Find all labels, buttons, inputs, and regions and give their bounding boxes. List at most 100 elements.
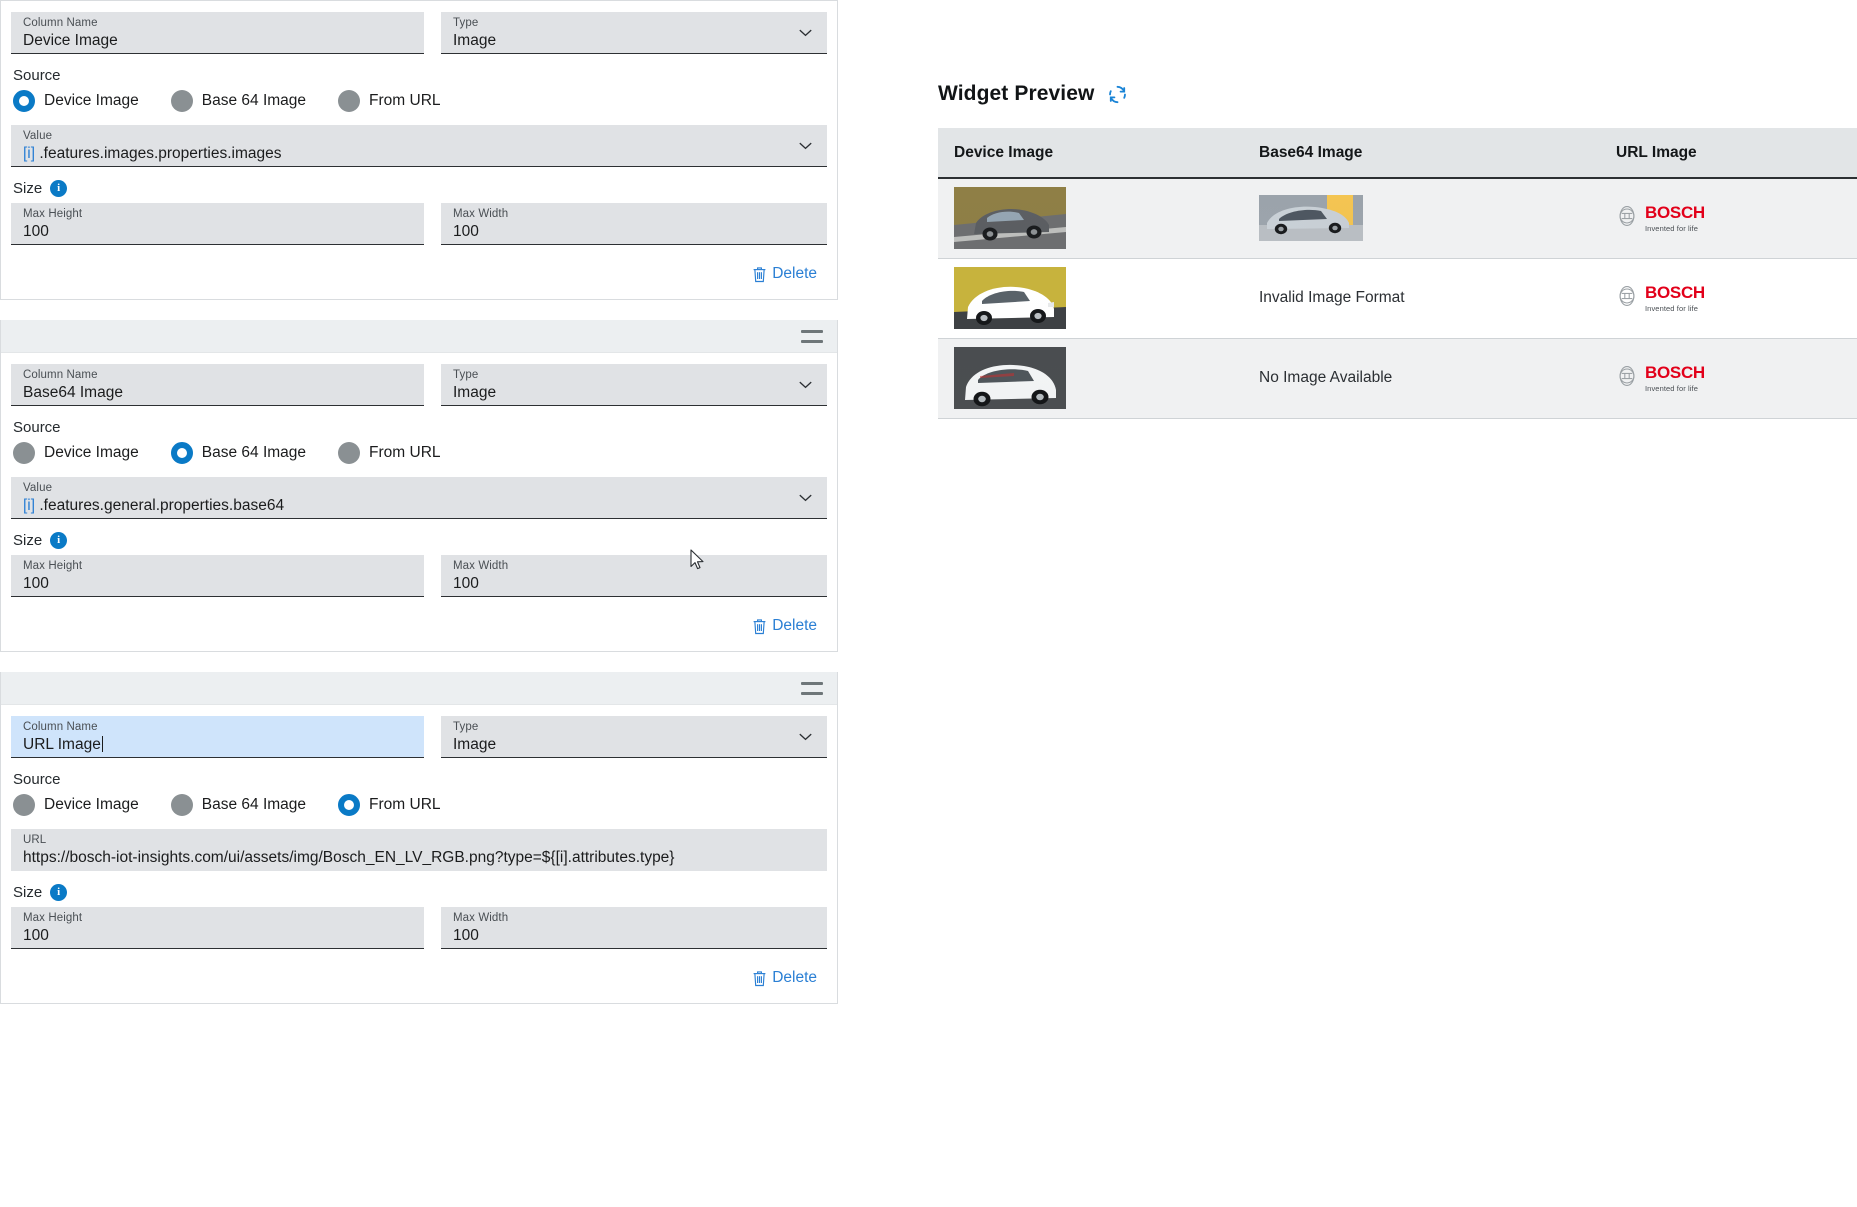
source-radio-label: Device Image <box>44 92 139 109</box>
trash-icon <box>752 618 767 635</box>
source-radio-label: Base 64 Image <box>201 444 307 461</box>
type-label: Type <box>453 369 479 381</box>
size-label: Size <box>13 532 43 549</box>
column-header-url-image[interactable]: URL Image <box>1600 128 1857 179</box>
bosch-wordmark: BOSCH <box>1645 282 1705 302</box>
panel-drag-bar[interactable] <box>1 672 837 705</box>
bosch-anchor-icon <box>1616 365 1638 392</box>
source-radio-label: From URL <box>369 796 441 813</box>
delete-label: Delete <box>772 617 817 634</box>
bosch-anchor-icon <box>1616 285 1638 312</box>
type-value: Image <box>453 736 497 753</box>
source-radio-label: From URL <box>369 444 441 461</box>
drag-handle-icon[interactable] <box>801 681 823 695</box>
source-radio-from-url[interactable]: From URL <box>338 442 441 464</box>
max-height-value: 100 <box>23 927 49 944</box>
source-radio-device-image[interactable]: Device Image <box>13 794 139 816</box>
car-thumbnail-dark-sedan <box>954 187 1066 250</box>
car-thumbnail-silver-wagon <box>954 347 1066 409</box>
delete-button[interactable]: Delete <box>752 617 817 635</box>
column-name-field[interactable]: Column Name URL Image <box>11 716 424 758</box>
refresh-icon[interactable] <box>1106 83 1129 106</box>
source-radio-label: Base 64 Image <box>201 92 307 109</box>
chevron-down-icon[interactable] <box>796 23 815 42</box>
max-height-label: Max Height <box>23 912 83 924</box>
cell-url-image: BOSCH Invented for life <box>1600 178 1857 259</box>
max-width-field[interactable]: Max Width 100 <box>441 203 827 245</box>
source-radio-device-image[interactable]: Device Image <box>13 90 139 112</box>
radio-unselected-icon[interactable] <box>13 442 35 464</box>
chevron-down-icon[interactable] <box>796 727 815 746</box>
delete-button[interactable]: Delete <box>752 969 817 987</box>
type-select[interactable]: Type Image <box>441 364 827 406</box>
type-select[interactable]: Type Image <box>441 12 827 54</box>
source-radio-base-64-image[interactable]: Base 64 Image <box>170 794 306 816</box>
detail-field[interactable]: Value [i] .features.general.properties.b… <box>11 477 827 519</box>
value-index-token: [i] <box>23 497 40 514</box>
bosch-wordmark: BOSCH <box>1645 362 1705 382</box>
source-label: Source <box>13 771 61 788</box>
cell-device-image <box>938 178 1243 259</box>
size-label: Size <box>13 180 43 197</box>
radio-selected-icon[interactable] <box>13 90 35 112</box>
table-row[interactable]: No Image Available BOSCH Invented for life <box>938 338 1857 419</box>
info-icon[interactable]: i <box>50 884 68 901</box>
trash-icon <box>752 970 767 987</box>
bosch-tagline: Invented for life <box>1645 223 1698 233</box>
max-height-field[interactable]: Max Height 100 <box>11 907 424 949</box>
chevron-down-icon[interactable] <box>796 488 815 507</box>
column-config-list: Column Name Device Image Type Image Sour… <box>0 0 838 1024</box>
bosch-tagline: Invented for life <box>1645 303 1698 313</box>
source-radio-base-64-image[interactable]: Base 64 Image <box>170 442 307 464</box>
page-title: Widget Preview <box>938 82 1095 105</box>
size-label-row: Size i <box>13 532 825 549</box>
column-name-field[interactable]: Column Name Device Image <box>11 12 424 54</box>
source-radio-device-image[interactable]: Device Image <box>13 442 139 464</box>
detail-field[interactable]: Value [i] .features.images.properties.im… <box>11 125 827 167</box>
radio-selected-icon[interactable] <box>170 442 193 464</box>
info-icon[interactable]: i <box>50 532 68 549</box>
max-width-field[interactable]: Max Width 100 <box>441 907 827 949</box>
panel-body: Column Name Device Image Type Image Sour… <box>1 1 837 299</box>
table-row[interactable]: Invalid Image Format BOSCH Invented for li… <box>938 258 1857 339</box>
size-row: Max Height 100 Max Width 100 <box>11 907 827 949</box>
radio-selected-icon[interactable] <box>338 794 361 816</box>
source-label: Source <box>13 419 61 436</box>
detail-label: Value <box>23 482 53 494</box>
column-header-base64-image[interactable]: Base64 Image <box>1243 128 1600 179</box>
drag-handle-icon[interactable] <box>801 329 823 343</box>
info-icon[interactable]: i <box>50 180 68 197</box>
max-width-field[interactable]: Max Width 100 <box>441 555 827 597</box>
app-root: Column Name Device Image Type Image Sour… <box>0 0 1857 1207</box>
source-radio-base-64-image[interactable]: Base 64 Image <box>170 90 307 112</box>
chevron-down-icon[interactable] <box>796 375 815 394</box>
source-radio-label: Device Image <box>44 444 139 461</box>
max-height-label: Max Height <box>23 208 83 220</box>
detail-value: https://bosch-iot-insights.com/ui/assets… <box>23 849 675 866</box>
cell-base64-image: No Image Available <box>1243 338 1600 419</box>
table-row[interactable]: BOSCH Invented for life <box>938 178 1857 259</box>
detail-field[interactable]: URL https://bosch-iot-insights.com/ui/as… <box>11 829 827 871</box>
type-label: Type <box>453 17 479 29</box>
max-width-value: 100 <box>453 927 479 944</box>
column-header-device-image[interactable]: Device Image <box>938 128 1243 179</box>
type-select[interactable]: Type Image <box>441 716 827 758</box>
source-radio-from-url[interactable]: From URL <box>338 794 441 816</box>
chevron-down-icon[interactable] <box>796 136 815 155</box>
radio-unselected-icon[interactable] <box>170 794 193 816</box>
radio-unselected-icon[interactable] <box>338 442 361 464</box>
size-label: Size <box>13 884 43 901</box>
source-radio-from-url[interactable]: From URL <box>338 90 441 112</box>
max-width-value: 100 <box>453 223 479 240</box>
panel-footer: Delete <box>11 253 827 291</box>
max-height-field[interactable]: Max Height 100 <box>11 203 424 245</box>
panel-drag-bar[interactable] <box>1 320 837 353</box>
radio-unselected-icon[interactable] <box>170 90 193 112</box>
max-height-field[interactable]: Max Height 100 <box>11 555 424 597</box>
radio-unselected-icon[interactable] <box>13 794 35 816</box>
column-name-field[interactable]: Column Name Base64 Image <box>11 364 424 406</box>
max-height-value: 100 <box>23 223 49 240</box>
radio-unselected-icon[interactable] <box>338 90 361 112</box>
panel-body: Column Name URL Image Type Image Source … <box>1 705 837 1003</box>
delete-button[interactable]: Delete <box>752 265 817 283</box>
